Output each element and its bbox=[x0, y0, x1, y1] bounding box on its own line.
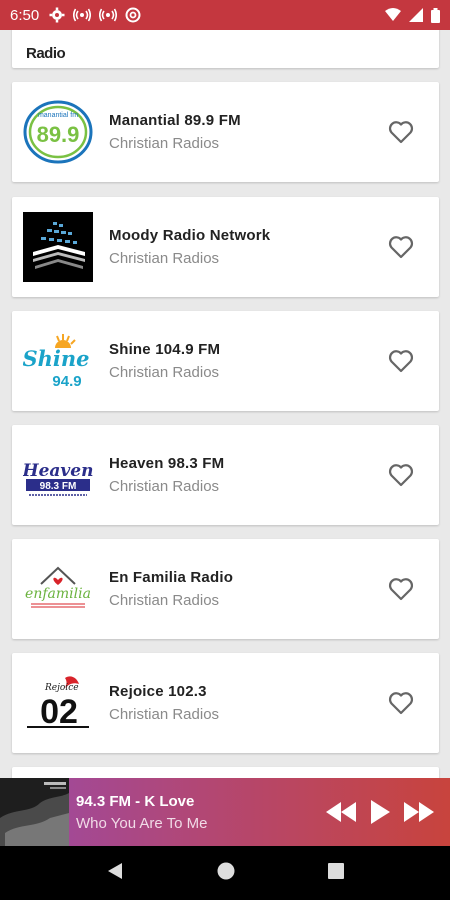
favorite-heart-icon[interactable] bbox=[379, 339, 423, 383]
moody-logo bbox=[23, 212, 93, 282]
station-name: Moody Radio Network bbox=[109, 227, 271, 244]
station-card[interactable]: enfamilia En Familia Radio Christian Rad… bbox=[12, 539, 439, 639]
broadcast-icon bbox=[99, 8, 118, 22]
rejoice-logo: Rejoice 02 bbox=[23, 668, 93, 738]
system-nav-bar bbox=[0, 846, 450, 900]
station-name: Rejoice 102.3 bbox=[109, 683, 207, 700]
station-card[interactable]: Heaven 98.3 FM Heaven 98.3 FM Christian … bbox=[12, 425, 439, 525]
manantial-big-text: 89.9 bbox=[37, 122, 80, 147]
gear-icon bbox=[49, 7, 65, 23]
rejoice-small-text: Rejoice bbox=[44, 683, 79, 693]
station-name: Heaven 98.3 FM bbox=[109, 455, 225, 472]
favorite-heart-icon[interactable] bbox=[379, 681, 423, 725]
station-genre: Christian Radios bbox=[109, 135, 220, 152]
enfamilia-text: enfamilia bbox=[25, 586, 91, 602]
recents-icon[interactable] bbox=[327, 862, 344, 884]
mini-player[interactable]: 94.3 FM - K Love Who You Are To Me bbox=[0, 778, 450, 846]
status-bar: 6:50 bbox=[0, 0, 450, 30]
fast-forward-icon[interactable] bbox=[404, 802, 434, 822]
station-name: En Familia Radio bbox=[109, 569, 234, 586]
wifi-icon bbox=[385, 8, 401, 22]
at-sign-icon bbox=[125, 7, 141, 23]
rejoice-big-text: 02 bbox=[40, 693, 78, 731]
station-card[interactable]: Moody Radio Network Christian Radios bbox=[12, 197, 439, 297]
battery-icon bbox=[431, 7, 440, 23]
station-genre: Christian Radios bbox=[109, 706, 220, 723]
favorite-heart-icon[interactable] bbox=[379, 110, 423, 154]
album-art bbox=[0, 778, 69, 846]
favorite-heart-icon[interactable] bbox=[379, 225, 423, 269]
station-card[interactable]: Rejoice 02 Rejoice 102.3 Christian Radio… bbox=[12, 653, 439, 753]
station-card-partial[interactable] bbox=[12, 767, 439, 778]
now-playing-subtitle: Who You Are To Me bbox=[76, 814, 208, 832]
station-card[interactable]: manantial fm 89.9 Manantial 89.9 FM Chri… bbox=[12, 82, 439, 182]
station-card-partial[interactable]: Radio bbox=[12, 30, 439, 68]
manantial-small-text: manantial fm bbox=[38, 112, 78, 119]
station-list[interactable]: Radio manantial fm 89.9 Manantial 89.9 F… bbox=[0, 30, 450, 778]
shine-text: Shine bbox=[23, 346, 90, 371]
rewind-icon[interactable] bbox=[326, 802, 356, 822]
heaven-text: Heaven bbox=[23, 461, 93, 481]
station-name: Shine 104.9 FM bbox=[109, 341, 221, 358]
shine-freq-text: 94.9 bbox=[52, 373, 81, 390]
station-genre: Christian Radios bbox=[109, 250, 220, 267]
station-card[interactable]: Shine 94.9 Shine 104.9 FM Christian Radi… bbox=[12, 311, 439, 411]
station-genre: Christian Radios bbox=[109, 478, 220, 495]
enfamilia-logo: enfamilia bbox=[23, 554, 93, 624]
partial-logo-text: Radio bbox=[26, 45, 66, 62]
heaven-freq-text: 98.3 FM bbox=[40, 481, 77, 492]
station-genre: Christian Radios bbox=[109, 592, 220, 609]
broadcast-icon bbox=[73, 8, 92, 22]
manantial-logo: manantial fm 89.9 bbox=[23, 97, 93, 167]
status-time: 6:50 bbox=[10, 6, 40, 24]
play-icon[interactable] bbox=[370, 800, 390, 824]
station-name: Manantial 89.9 FM bbox=[109, 112, 241, 129]
heaven-logo: Heaven 98.3 FM bbox=[23, 440, 93, 510]
station-genre: Christian Radios bbox=[109, 364, 220, 381]
signal-icon bbox=[409, 8, 423, 22]
shine-logo: Shine 94.9 bbox=[23, 326, 93, 396]
favorite-heart-icon[interactable] bbox=[379, 567, 423, 611]
now-playing-title: 94.3 FM - K Love bbox=[76, 792, 195, 810]
favorite-heart-icon[interactable] bbox=[379, 453, 423, 497]
back-icon[interactable] bbox=[106, 862, 124, 885]
home-icon[interactable] bbox=[217, 862, 235, 885]
